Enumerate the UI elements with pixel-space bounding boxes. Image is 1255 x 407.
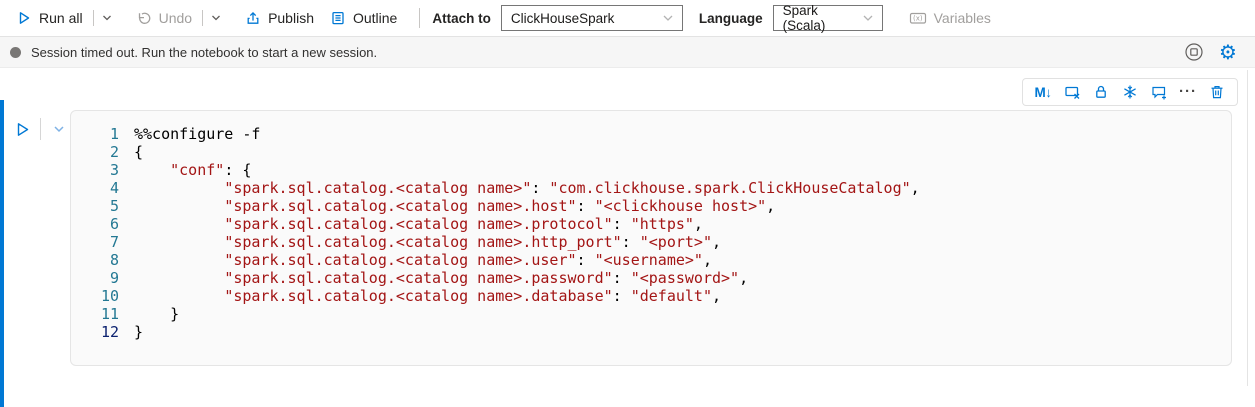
line-number: 8 — [71, 251, 119, 269]
gear-icon: ⚙ — [1219, 42, 1237, 62]
chevron-down-icon — [861, 11, 875, 25]
code-line[interactable]: 2{ — [71, 143, 1231, 161]
outline-button[interactable]: Outline — [322, 3, 405, 33]
language-value: Spark (Scala) — [783, 3, 861, 33]
undo-dropdown-chevron[interactable] — [205, 3, 227, 33]
session-status-bar: Session timed out. Run the notebook to s… — [0, 36, 1255, 68]
code-text: "spark.sql.catalog.<catalog name>": "com… — [119, 179, 920, 197]
cell-selection-indicator — [0, 100, 4, 407]
convert-to-markdown-button[interactable]: M↓ — [1031, 80, 1055, 104]
code-text: "spark.sql.catalog.<catalog name>.host":… — [119, 197, 775, 215]
code-text: "spark.sql.catalog.<catalog name>.passwo… — [119, 269, 748, 287]
language-label: Language — [699, 11, 763, 26]
code-text: } — [119, 305, 179, 323]
run-cell-button[interactable] — [12, 118, 32, 140]
outline-label: Outline — [353, 10, 397, 26]
code-text: "spark.sql.catalog.<catalog name>.protoc… — [119, 215, 703, 233]
chevron-down-icon — [661, 11, 675, 25]
language-dropdown[interactable]: Spark (Scala) — [773, 5, 883, 31]
cell-run-controls — [12, 118, 69, 140]
lock-cell-button[interactable] — [1089, 80, 1113, 104]
undo-button[interactable]: Undo — [128, 3, 200, 33]
line-number: 9 — [71, 269, 119, 287]
lock-icon — [1093, 84, 1109, 100]
clear-output-icon — [1064, 84, 1081, 101]
code-line[interactable]: 3 "conf": { — [71, 161, 1231, 179]
attach-to-dropdown[interactable]: ClickHouseSpark — [501, 5, 683, 31]
line-number: 7 — [71, 233, 119, 251]
variables-icon: (x) — [909, 10, 927, 26]
notebook-toolbar: Run all Undo Publish Outline Attach to C… — [0, 0, 1255, 36]
scrollbar-track[interactable] — [1247, 70, 1248, 386]
code-line[interactable]: 1%%configure -f — [71, 125, 1231, 143]
line-number: 3 — [71, 161, 119, 179]
code-line[interactable]: 5 "spark.sql.catalog.<catalog name>.host… — [71, 197, 1231, 215]
line-number: 4 — [71, 179, 119, 197]
delete-cell-button[interactable] — [1205, 80, 1229, 104]
line-number: 2 — [71, 143, 119, 161]
publish-icon — [245, 10, 261, 26]
line-number: 12 — [71, 323, 119, 341]
code-text: "spark.sql.catalog.<catalog name>.user":… — [119, 251, 712, 269]
code-line[interactable]: 11 } — [71, 305, 1231, 323]
outline-icon — [330, 10, 346, 26]
code-line[interactable]: 10 "spark.sql.catalog.<catalog name>.dat… — [71, 287, 1231, 305]
code-line[interactable]: 12} — [71, 323, 1231, 341]
variables-label: Variables — [934, 10, 991, 26]
code-text: "conf": { — [119, 161, 251, 179]
code-text: { — [119, 143, 143, 161]
freeze-cell-button[interactable] — [1118, 80, 1142, 104]
run-all-button[interactable]: Run all — [8, 3, 91, 33]
toolbar-divider — [93, 10, 94, 26]
stop-session-button[interactable] — [1181, 39, 1207, 65]
attach-to-value: ClickHouseSpark — [511, 11, 615, 26]
code-line[interactable]: 7 "spark.sql.catalog.<catalog name>.http… — [71, 233, 1231, 251]
line-number: 10 — [71, 287, 119, 305]
session-status-message: Session timed out. Run the notebook to s… — [31, 45, 377, 60]
svg-text:(x): (x) — [913, 15, 923, 23]
run-all-dropdown-chevron[interactable] — [96, 3, 118, 33]
code-line[interactable]: 4 "spark.sql.catalog.<catalog name>": "c… — [71, 179, 1231, 197]
toolbar-divider — [202, 10, 203, 26]
code-lines: 1%%configure -f2{3 "conf": {4 "spark.sql… — [71, 125, 1231, 341]
code-text: "spark.sql.catalog.<catalog name>.http_p… — [119, 233, 721, 251]
undo-label: Undo — [159, 10, 192, 26]
publish-label: Publish — [268, 10, 314, 26]
cell-toolbar: M↓ ··· — [1022, 78, 1238, 106]
code-line[interactable]: 6 "spark.sql.catalog.<catalog name>.prot… — [71, 215, 1231, 233]
line-number: 11 — [71, 305, 119, 323]
trash-icon — [1209, 84, 1225, 100]
toolbar-divider — [419, 8, 420, 28]
publish-button[interactable]: Publish — [237, 3, 322, 33]
run-all-label: Run all — [39, 10, 83, 26]
markdown-icon: M↓ — [1035, 85, 1052, 100]
snowflake-icon — [1122, 84, 1138, 100]
undo-icon — [136, 10, 152, 26]
code-line[interactable]: 9 "spark.sql.catalog.<catalog name>.pass… — [71, 269, 1231, 287]
session-status-icon — [10, 47, 21, 58]
run-all-icon — [16, 10, 32, 26]
ellipsis-icon: ··· — [1179, 87, 1197, 97]
code-cell[interactable]: 1%%configure -f2{3 "conf": {4 "spark.sql… — [70, 110, 1232, 366]
line-number: 1 — [71, 125, 119, 143]
add-comment-button[interactable] — [1147, 80, 1171, 104]
line-number: 6 — [71, 215, 119, 233]
comment-add-icon — [1151, 84, 1168, 101]
run-divider — [40, 118, 41, 140]
more-actions-button[interactable]: ··· — [1176, 80, 1200, 104]
attach-to-label: Attach to — [432, 11, 491, 26]
session-settings-button[interactable]: ⚙ — [1215, 39, 1241, 65]
code-text: %%configure -f — [119, 125, 260, 143]
notebook-canvas: M↓ ··· — [0, 68, 1255, 407]
variables-button[interactable]: (x) Variables — [901, 3, 999, 33]
code-text: "spark.sql.catalog.<catalog name>.databa… — [119, 287, 721, 305]
clear-output-button[interactable] — [1060, 80, 1084, 104]
code-line[interactable]: 8 "spark.sql.catalog.<catalog name>.user… — [71, 251, 1231, 269]
run-cell-dropdown-chevron[interactable] — [49, 118, 69, 140]
line-number: 5 — [71, 197, 119, 215]
code-text: } — [119, 323, 143, 341]
